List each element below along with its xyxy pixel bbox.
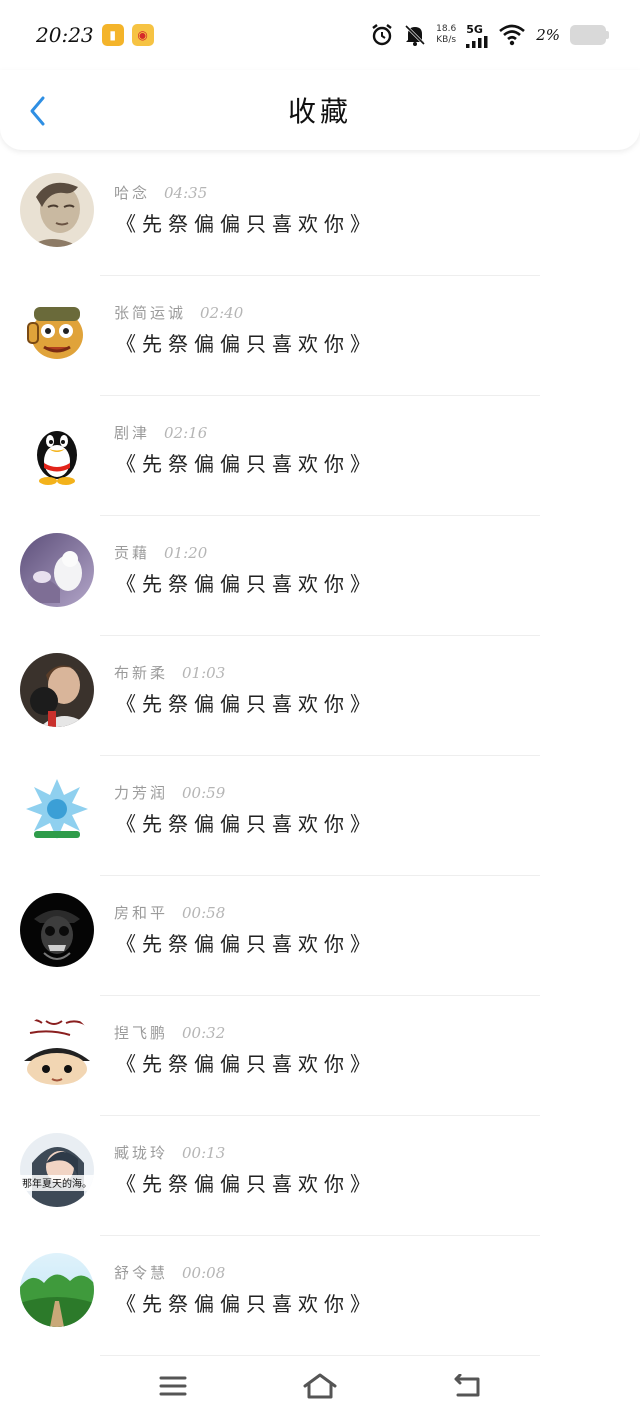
item-meta: 舒令慧 00:08 [114, 1262, 225, 1283]
song-title: 《先祭偏偏只喜欢你》 [116, 812, 376, 836]
item-meta: 剧津 02:16 [114, 422, 207, 443]
song-title: 《先祭偏偏只喜欢你》 [116, 572, 376, 596]
list-item[interactable]: 剧津 02:16 《先祭偏偏只喜欢你》 [0, 396, 640, 516]
avatar [20, 293, 94, 367]
item-time: 00:13 [182, 1144, 226, 1162]
item-time: 01:03 [182, 664, 226, 682]
item-time: 00:59 [182, 784, 226, 802]
list-item[interactable]: 房和平 00:58 《先祭偏偏只喜欢你》 [0, 876, 640, 996]
battery-icon [570, 25, 609, 45]
avatar [20, 653, 94, 727]
alarm-icon [372, 24, 392, 46]
avatar [20, 1253, 94, 1327]
list-item[interactable]: 舒令慧 00:08 《先祭偏偏只喜欢你》 [0, 1236, 640, 1356]
back-icon [454, 1374, 480, 1397]
user-name: 贡藉 [114, 544, 151, 562]
item-meta: 房和平 00:58 [114, 902, 225, 923]
item-meta: 贡藉 01:20 [114, 542, 207, 563]
bell-muted-icon [405, 24, 426, 46]
song-title: 《先祭偏偏只喜欢你》 [116, 692, 376, 716]
item-time: 04:35 [164, 184, 208, 202]
signal-icon [466, 35, 488, 48]
item-meta: 臧珑玲 00:13 [114, 1142, 225, 1163]
user-name: 臧珑玲 [114, 1144, 169, 1162]
item-time: 00:08 [182, 1264, 226, 1282]
song-title: 《先祭偏偏只喜欢你》 [116, 452, 376, 476]
item-meta: 哈念 04:35 [114, 182, 207, 203]
user-name: 哈念 [114, 184, 151, 202]
list-item[interactable]: 布新柔 01:03 《先祭偏偏只喜欢你》 [0, 636, 640, 756]
back-nav-button[interactable] [447, 1366, 487, 1406]
list-item[interactable]: 哈念 04:35 《先祭偏偏只喜欢你》 [0, 156, 640, 276]
wifi-icon [499, 24, 526, 46]
avatar [20, 533, 94, 607]
avatar [20, 413, 94, 487]
home-icon [303, 1373, 337, 1399]
avatar [20, 173, 94, 247]
user-name: 剧津 [114, 424, 151, 442]
item-time: 02:16 [164, 424, 208, 442]
weibo-icon: ◉ [131, 24, 154, 46]
favorites-list: 哈念 04:35 《先祭偏偏只喜欢你》 张简运诚 02:40 《先祭偏偏只喜欢你》 [0, 156, 640, 1356]
notification-app-icon: ▮ [101, 24, 124, 46]
home-button[interactable] [300, 1366, 340, 1406]
status-bar: 20:23 ▮ ◉ 18.6 KB/s 5G 2% [0, 0, 640, 70]
page-title: 收藏 [287, 95, 352, 128]
item-time: 02:40 [200, 304, 244, 322]
list-item[interactable]: 力芳润 00:59 《先祭偏偏只喜欢你》 [0, 756, 640, 876]
song-title: 《先祭偏偏只喜欢你》 [116, 332, 376, 356]
menu-icon [159, 1376, 187, 1396]
avatar [20, 773, 94, 847]
net-speed-value: 18.6 [436, 24, 457, 34]
song-title: 《先祭偏偏只喜欢你》 [116, 932, 376, 956]
user-name: 揑飞鹏 [114, 1024, 169, 1042]
net-speed: 18.6 KB/s [436, 24, 456, 46]
item-meta: 揑飞鹏 00:32 [114, 1022, 225, 1043]
user-name: 张简运诚 [114, 304, 187, 322]
item-meta: 张简运诚 02:40 [114, 302, 243, 323]
user-name: 房和平 [114, 904, 169, 922]
header: 收藏 [0, 70, 640, 150]
system-nav-bar [0, 1350, 640, 1422]
status-time: 20:23 [36, 23, 94, 47]
chevron-left-icon [30, 96, 45, 126]
list-item[interactable]: 那年夏天的海。 臧珑玲 00:13 《先祭偏偏只喜欢你》 [0, 1116, 640, 1236]
avatar [20, 1013, 94, 1087]
list-item[interactable]: 张简运诚 02:40 《先祭偏偏只喜欢你》 [0, 276, 640, 396]
song-title: 《先祭偏偏只喜欢你》 [116, 1292, 376, 1316]
song-title: 《先祭偏偏只喜欢你》 [116, 1172, 376, 1196]
back-button[interactable] [22, 94, 52, 128]
item-time: 00:32 [182, 1024, 226, 1042]
item-meta: 力芳润 00:59 [114, 782, 225, 803]
user-name: 布新柔 [114, 664, 169, 682]
item-meta: 布新柔 01:03 [114, 662, 225, 683]
user-name: 舒令慧 [114, 1264, 169, 1282]
menu-button[interactable] [153, 1366, 193, 1406]
avatar-caption: 那年夏天的海。 [22, 1177, 92, 1190]
network-type: 5G [466, 22, 483, 36]
avatar [20, 893, 94, 967]
list-item[interactable]: 贡藉 01:20 《先祭偏偏只喜欢你》 [0, 516, 640, 636]
net-speed-unit: KB/s [436, 35, 457, 45]
battery-percent: 2% [536, 26, 560, 44]
item-time: 01:20 [164, 544, 208, 562]
user-name: 力芳润 [114, 784, 169, 802]
avatar: 那年夏天的海。 [20, 1133, 94, 1207]
song-title: 《先祭偏偏只喜欢你》 [116, 1052, 376, 1076]
item-time: 00:58 [182, 904, 226, 922]
list-item[interactable]: 揑飞鹏 00:32 《先祭偏偏只喜欢你》 [0, 996, 640, 1116]
song-title: 《先祭偏偏只喜欢你》 [116, 212, 376, 236]
